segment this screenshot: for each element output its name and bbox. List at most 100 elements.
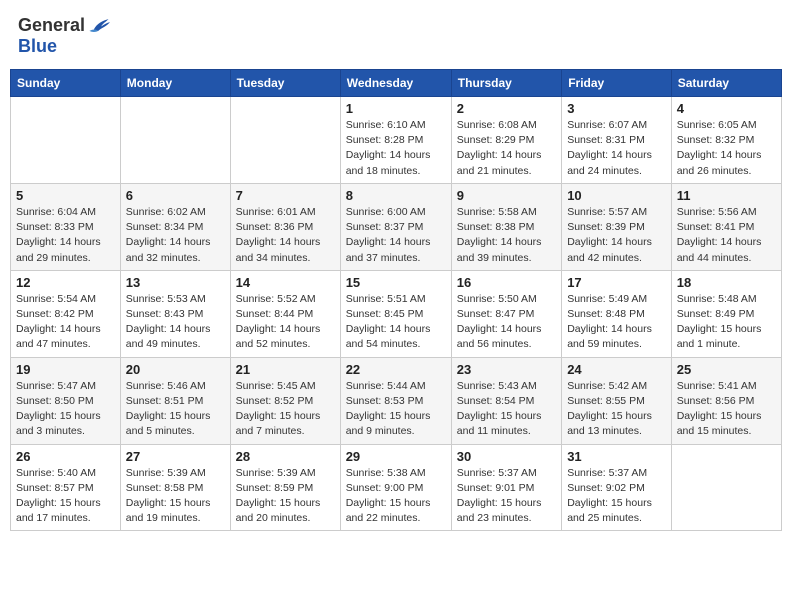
cell-sun-info: Sunrise: 5:45 AM Sunset: 8:52 PM Dayligh… (236, 379, 335, 440)
cell-day-number: 26 (16, 449, 115, 464)
page-header: General Blue (10, 10, 782, 61)
calendar-cell: 15 Sunrise: 5:51 AM Sunset: 8:45 PM Dayli… (340, 270, 451, 357)
calendar-cell: 14 Sunrise: 5:52 AM Sunset: 8:44 PM Dayli… (230, 270, 340, 357)
logo-bird-icon (88, 14, 110, 36)
cell-day-number: 31 (567, 449, 666, 464)
cell-sun-info: Sunrise: 5:42 AM Sunset: 8:55 PM Dayligh… (567, 379, 666, 440)
cell-day-number: 29 (346, 449, 446, 464)
cell-sun-info: Sunrise: 5:50 AM Sunset: 8:47 PM Dayligh… (457, 292, 556, 353)
cell-sun-info: Sunrise: 6:05 AM Sunset: 8:32 PM Dayligh… (677, 118, 776, 179)
weekday-header-cell: Wednesday (340, 70, 451, 97)
calendar-cell: 13 Sunrise: 5:53 AM Sunset: 8:43 PM Dayli… (120, 270, 230, 357)
cell-day-number: 18 (677, 275, 776, 290)
calendar-cell: 23 Sunrise: 5:43 AM Sunset: 8:54 PM Dayli… (451, 357, 561, 444)
weekday-header-cell: Sunday (11, 70, 121, 97)
cell-sun-info: Sunrise: 5:41 AM Sunset: 8:56 PM Dayligh… (677, 379, 776, 440)
calendar-cell (671, 444, 781, 531)
cell-day-number: 13 (126, 275, 225, 290)
calendar-cell (11, 97, 121, 184)
cell-day-number: 11 (677, 188, 776, 203)
calendar-cell: 7 Sunrise: 6:01 AM Sunset: 8:36 PM Daylig… (230, 183, 340, 270)
cell-sun-info: Sunrise: 6:07 AM Sunset: 8:31 PM Dayligh… (567, 118, 666, 179)
cell-day-number: 7 (236, 188, 335, 203)
calendar-cell: 22Sunrise: 5:44 AM Sunset: 8:53 PM Dayli… (340, 357, 451, 444)
calendar-cell: 29 Sunrise: 5:38 AM Sunset: 9:00 PM Dayli… (340, 444, 451, 531)
cell-sun-info: Sunrise: 5:47 AM Sunset: 8:50 PM Dayligh… (16, 379, 115, 440)
calendar-cell: 28Sunrise: 5:39 AM Sunset: 8:59 PM Dayli… (230, 444, 340, 531)
cell-sun-info: Sunrise: 5:40 AM Sunset: 8:57 PM Dayligh… (16, 466, 115, 527)
cell-sun-info: Sunrise: 6:02 AM Sunset: 8:34 PM Dayligh… (126, 205, 225, 266)
calendar-cell: 10 Sunrise: 5:57 AM Sunset: 8:39 PM Dayli… (562, 183, 672, 270)
calendar-cell: 30 Sunrise: 5:37 AM Sunset: 9:01 PM Dayli… (451, 444, 561, 531)
calendar-cell (120, 97, 230, 184)
cell-day-number: 1 (346, 101, 446, 116)
calendar-cell: 2Sunrise: 6:08 AM Sunset: 8:29 PM Daylig… (451, 97, 561, 184)
calendar-cell: 24 Sunrise: 5:42 AM Sunset: 8:55 PM Dayli… (562, 357, 672, 444)
cell-day-number: 3 (567, 101, 666, 116)
cell-sun-info: Sunrise: 5:37 AM Sunset: 9:02 PM Dayligh… (567, 466, 666, 527)
cell-sun-info: Sunrise: 5:46 AM Sunset: 8:51 PM Dayligh… (126, 379, 225, 440)
cell-day-number: 24 (567, 362, 666, 377)
calendar-cell: 18 Sunrise: 5:48 AM Sunset: 8:49 PM Dayli… (671, 270, 781, 357)
cell-sun-info: Sunrise: 5:52 AM Sunset: 8:44 PM Dayligh… (236, 292, 335, 353)
cell-sun-info: Sunrise: 5:57 AM Sunset: 8:39 PM Dayligh… (567, 205, 666, 266)
cell-day-number: 19 (16, 362, 115, 377)
cell-day-number: 2 (457, 101, 556, 116)
calendar-cell: 19 Sunrise: 5:47 AM Sunset: 8:50 PM Dayli… (11, 357, 121, 444)
calendar-week-row: 12 Sunrise: 5:54 AM Sunset: 8:42 PM Dayli… (11, 270, 782, 357)
cell-sun-info: Sunrise: 5:38 AM Sunset: 9:00 PM Dayligh… (346, 466, 446, 527)
cell-sun-info: Sunrise: 5:37 AM Sunset: 9:01 PM Dayligh… (457, 466, 556, 527)
cell-sun-info: Sunrise: 5:48 AM Sunset: 8:49 PM Dayligh… (677, 292, 776, 353)
cell-day-number: 20 (126, 362, 225, 377)
cell-sun-info: Sunrise: 5:39 AM Sunset: 8:58 PM Dayligh… (126, 466, 225, 527)
cell-day-number: 15 (346, 275, 446, 290)
calendar-week-row: 5Sunrise: 6:04 AM Sunset: 8:33 PM Daylig… (11, 183, 782, 270)
calendar-table: SundayMondayTuesdayWednesdayThursdayFrid… (10, 69, 782, 531)
calendar-cell: 12 Sunrise: 5:54 AM Sunset: 8:42 PM Dayli… (11, 270, 121, 357)
weekday-header-cell: Thursday (451, 70, 561, 97)
cell-day-number: 8 (346, 188, 446, 203)
calendar-week-row: 19 Sunrise: 5:47 AM Sunset: 8:50 PM Dayli… (11, 357, 782, 444)
calendar-cell: 11 Sunrise: 5:56 AM Sunset: 8:41 PM Dayli… (671, 183, 781, 270)
cell-sun-info: Sunrise: 6:04 AM Sunset: 8:33 PM Dayligh… (16, 205, 115, 266)
calendar-week-row: 26 Sunrise: 5:40 AM Sunset: 8:57 PM Dayli… (11, 444, 782, 531)
cell-sun-info: Sunrise: 6:01 AM Sunset: 8:36 PM Dayligh… (236, 205, 335, 266)
cell-sun-info: Sunrise: 5:43 AM Sunset: 8:54 PM Dayligh… (457, 379, 556, 440)
logo: General Blue (18, 14, 110, 57)
cell-day-number: 30 (457, 449, 556, 464)
weekday-header-cell: Saturday (671, 70, 781, 97)
cell-day-number: 21 (236, 362, 335, 377)
weekday-header-cell: Tuesday (230, 70, 340, 97)
cell-day-number: 23 (457, 362, 556, 377)
cell-sun-info: Sunrise: 5:56 AM Sunset: 8:41 PM Dayligh… (677, 205, 776, 266)
calendar-cell: 25 Sunrise: 5:41 AM Sunset: 8:56 PM Dayli… (671, 357, 781, 444)
cell-day-number: 10 (567, 188, 666, 203)
cell-day-number: 14 (236, 275, 335, 290)
calendar-cell: 17 Sunrise: 5:49 AM Sunset: 8:48 PM Dayli… (562, 270, 672, 357)
cell-day-number: 4 (677, 101, 776, 116)
calendar-cell: 27 Sunrise: 5:39 AM Sunset: 8:58 PM Dayli… (120, 444, 230, 531)
cell-day-number: 22 (346, 362, 446, 377)
calendar-week-row: 1 Sunrise: 6:10 AM Sunset: 8:28 PM Daylig… (11, 97, 782, 184)
calendar-cell: 4 Sunrise: 6:05 AM Sunset: 8:32 PM Daylig… (671, 97, 781, 184)
calendar-cell: 16Sunrise: 5:50 AM Sunset: 8:47 PM Dayli… (451, 270, 561, 357)
weekday-header-cell: Monday (120, 70, 230, 97)
cell-sun-info: Sunrise: 5:54 AM Sunset: 8:42 PM Dayligh… (16, 292, 115, 353)
cell-sun-info: Sunrise: 5:39 AM Sunset: 8:59 PM Dayligh… (236, 466, 335, 527)
calendar-cell: 31 Sunrise: 5:37 AM Sunset: 9:02 PM Dayli… (562, 444, 672, 531)
calendar-cell: 1 Sunrise: 6:10 AM Sunset: 8:28 PM Daylig… (340, 97, 451, 184)
cell-sun-info: Sunrise: 5:49 AM Sunset: 8:48 PM Dayligh… (567, 292, 666, 353)
cell-day-number: 17 (567, 275, 666, 290)
calendar-cell: 8 Sunrise: 6:00 AM Sunset: 8:37 PM Daylig… (340, 183, 451, 270)
cell-sun-info: Sunrise: 5:51 AM Sunset: 8:45 PM Dayligh… (346, 292, 446, 353)
cell-day-number: 27 (126, 449, 225, 464)
cell-sun-info: Sunrise: 5:58 AM Sunset: 8:38 PM Dayligh… (457, 205, 556, 266)
weekday-header-row: SundayMondayTuesdayWednesdayThursdayFrid… (11, 70, 782, 97)
calendar-cell: 3 Sunrise: 6:07 AM Sunset: 8:31 PM Daylig… (562, 97, 672, 184)
cell-day-number: 12 (16, 275, 115, 290)
cell-sun-info: Sunrise: 5:53 AM Sunset: 8:43 PM Dayligh… (126, 292, 225, 353)
cell-day-number: 25 (677, 362, 776, 377)
cell-sun-info: Sunrise: 6:10 AM Sunset: 8:28 PM Dayligh… (346, 118, 446, 179)
calendar-body: 1 Sunrise: 6:10 AM Sunset: 8:28 PM Daylig… (11, 97, 782, 531)
cell-sun-info: Sunrise: 6:00 AM Sunset: 8:37 PM Dayligh… (346, 205, 446, 266)
